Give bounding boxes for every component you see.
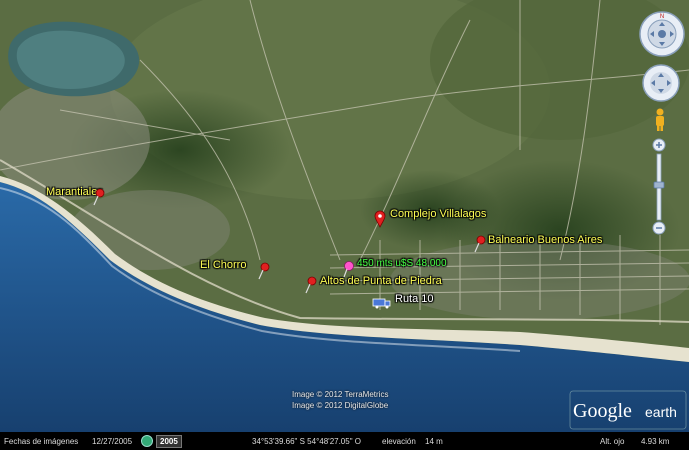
place-label-complejo[interactable]: Complejo Villalagos [390, 208, 486, 220]
pushpin-icon-altos[interactable] [304, 276, 318, 294]
placemark-icon-complejo[interactable] [373, 210, 387, 228]
place-label-balneario[interactable]: Balneario Buenos Aires [488, 234, 602, 246]
pushpin-icon-el-chorro[interactable] [257, 262, 271, 280]
google-earth-logo: Google earth [569, 390, 687, 430]
elevation-value: 14 m [425, 437, 443, 446]
eye-altitude-value: 4.93 km [641, 437, 670, 446]
svg-text:earth: earth [645, 404, 677, 420]
place-label-altos[interactable]: Altos de Punta de Piedra [320, 275, 442, 287]
svg-text:Google: Google [573, 400, 632, 422]
year-badge[interactable]: 2005 [156, 435, 182, 448]
satellite-map[interactable] [0, 0, 689, 432]
look-navigation-control[interactable]: N [638, 10, 686, 58]
place-label-el-chorro[interactable]: El Chorro [200, 259, 246, 271]
move-navigation-control[interactable] [641, 63, 681, 103]
pink-pushpin-icon[interactable] [342, 260, 356, 278]
zoom-slider-control[interactable] [651, 138, 667, 236]
imagery-date-value: 12/27/2005 [92, 437, 133, 446]
elevation-label: elevación [382, 437, 416, 446]
history-clock-icon[interactable] [141, 435, 153, 447]
pushpin-icon-marantiales[interactable] [92, 188, 106, 206]
imagery-credit-digitalglobe: Image © 2012 DigitalGlobe [292, 401, 389, 410]
status-bar: Fechas de imágenes 12/27/2005 2005 34°53… [0, 432, 689, 450]
coordinates-readout: 34°53'39.66" S 54°48'27.05" O [252, 437, 361, 446]
eye-altitude-label: Alt. ojo [600, 437, 625, 446]
price-note-label[interactable]: 450 mts u$S 48.000 [357, 258, 447, 269]
imagery-credit-terrametrics: Image © 2012 TerraMetrics [292, 390, 389, 399]
pushpin-icon-balneario[interactable] [473, 235, 487, 253]
street-view-pegman-icon[interactable] [653, 108, 667, 132]
imagery-date-label: Fechas de imágenes [4, 437, 79, 446]
truck-icon[interactable] [372, 297, 392, 309]
svg-text:N: N [660, 14, 664, 20]
route-label[interactable]: Ruta 10 [395, 293, 434, 305]
